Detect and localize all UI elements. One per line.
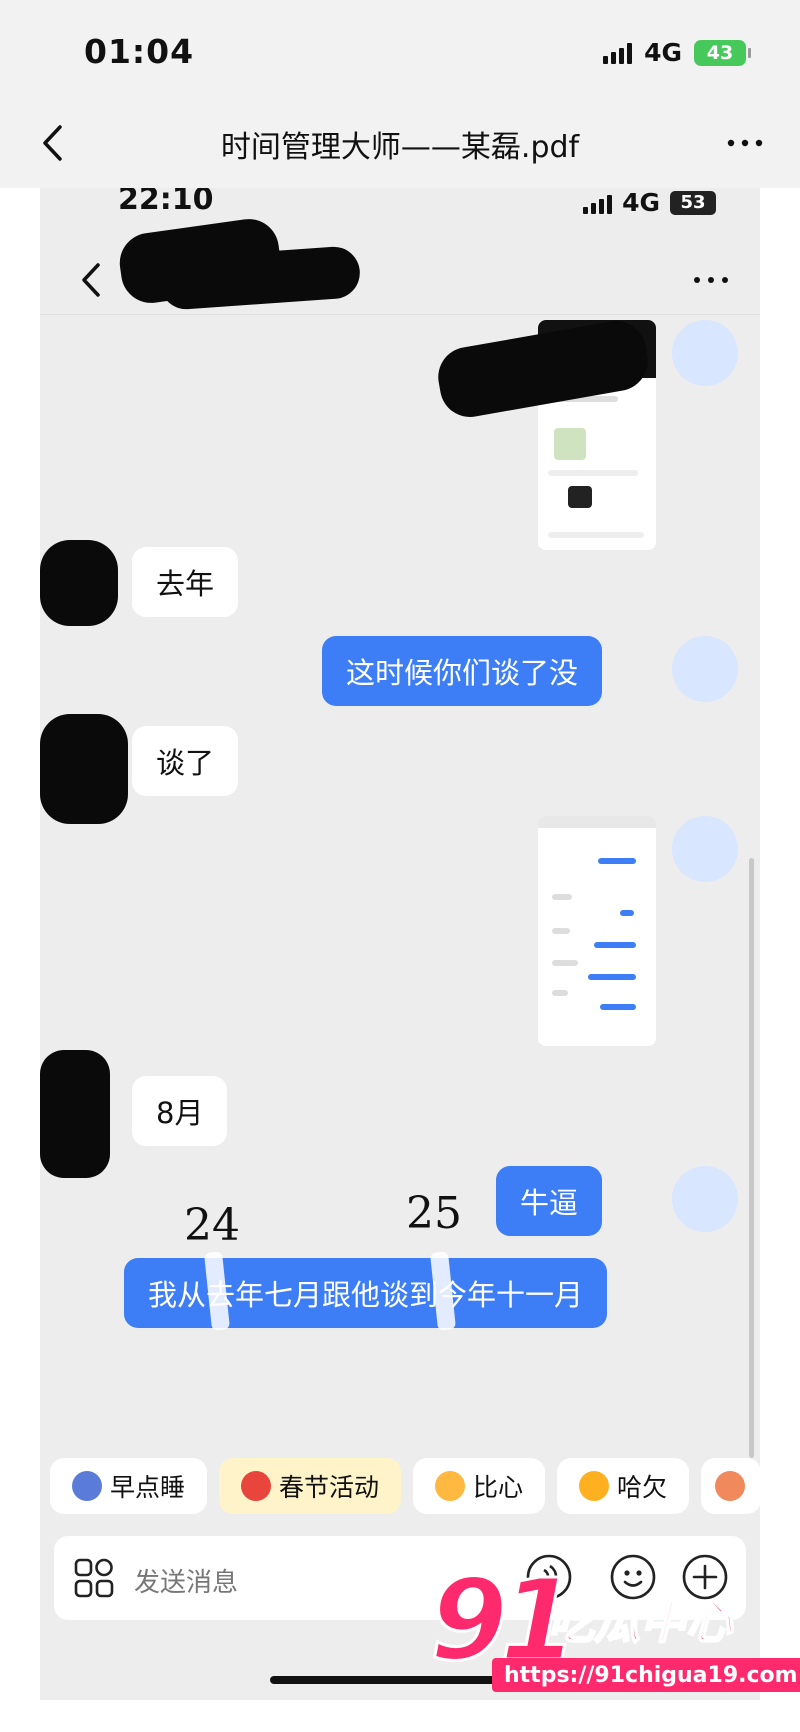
avatar-self[interactable] bbox=[672, 320, 738, 386]
inner-signal-icon bbox=[583, 192, 613, 214]
inner-status-time: 22:10 bbox=[118, 188, 214, 217]
handwritten-annotation-right: 25 bbox=[406, 1188, 462, 1239]
message-bubble[interactable]: 去年 bbox=[132, 547, 239, 617]
network-label: 4G bbox=[644, 38, 682, 67]
chip-label: 春节活动 bbox=[279, 1473, 380, 1502]
message-bubble[interactable]: 牛逼 bbox=[496, 1166, 603, 1236]
umbrella-icon bbox=[715, 1471, 746, 1501]
handwritten-annotation-left: 24 bbox=[184, 1200, 240, 1251]
back-arrow-icon[interactable] bbox=[30, 118, 80, 168]
viewer-header: 时间管理大师——某磊.pdf bbox=[0, 100, 800, 188]
avatar-self[interactable] bbox=[672, 1166, 738, 1232]
redacted-avatar bbox=[40, 714, 128, 824]
chip-more[interactable] bbox=[701, 1458, 760, 1514]
quick-reaction-bar: 早点睡 春节活动 比心 哈欠 bbox=[50, 1458, 760, 1514]
inner-status-indicators: 4G 53 bbox=[583, 188, 716, 217]
status-bar: 01:04 4G 43 bbox=[0, 0, 800, 100]
watermark-name: 吃瓜中心 bbox=[547, 1594, 733, 1650]
battery-icon: 43 bbox=[694, 39, 751, 66]
message-bubble[interactable]: 这时候你们谈了没 bbox=[322, 636, 603, 706]
chip-heart[interactable]: 比心 bbox=[413, 1458, 546, 1514]
chip-label: 早点睡 bbox=[110, 1473, 186, 1502]
chip-label: 比心 bbox=[473, 1473, 524, 1502]
avatar-self[interactable] bbox=[672, 816, 738, 882]
chip-label: 哈欠 bbox=[617, 1473, 668, 1502]
inner-battery-icon: 53 bbox=[670, 190, 716, 215]
message-input[interactable]: 发送消息 bbox=[134, 1562, 238, 1599]
inner-battery-level: 53 bbox=[680, 192, 706, 213]
scrollbar[interactable] bbox=[749, 858, 754, 1458]
chip-sleep[interactable]: 早点睡 bbox=[50, 1458, 208, 1514]
chat-more-icon[interactable] bbox=[686, 258, 736, 302]
watermark-url: https://91chigua19.com bbox=[492, 1658, 800, 1692]
redacted-avatar bbox=[40, 540, 118, 626]
more-icon[interactable] bbox=[720, 118, 770, 168]
inner-network-label: 4G bbox=[622, 188, 660, 217]
heart-hands-icon bbox=[435, 1471, 466, 1501]
status-indicators: 4G 43 bbox=[603, 38, 751, 67]
chat-screenshot: 22:10 4G 53 去年 这时候你们谈了没 谈了 8月 牛逼 我从去年七月跟… bbox=[40, 188, 760, 1700]
apps-grid-icon[interactable] bbox=[72, 1556, 116, 1600]
avatar-self[interactable] bbox=[672, 636, 738, 702]
moon-icon bbox=[72, 1471, 102, 1501]
document-title: 时间管理大师——某磊.pdf bbox=[220, 130, 580, 165]
lion-icon bbox=[241, 1471, 272, 1501]
message-bubble[interactable]: 8月 bbox=[132, 1076, 228, 1146]
yawn-icon bbox=[579, 1471, 610, 1501]
chat-back-icon[interactable] bbox=[70, 258, 114, 302]
shared-screenshot-image[interactable] bbox=[538, 816, 656, 1046]
status-time: 01:04 bbox=[84, 32, 195, 71]
message-bubble[interactable]: 我从去年七月跟他谈到今年十一月 bbox=[124, 1258, 608, 1328]
chip-yawn[interactable]: 哈欠 bbox=[557, 1458, 690, 1514]
watermark-logo: 91 吃瓜中心 https://91chigua19.com bbox=[420, 1555, 800, 1706]
header-divider bbox=[40, 314, 760, 315]
chip-spring-festival[interactable]: 春节活动 bbox=[219, 1458, 402, 1514]
signal-icon bbox=[603, 42, 633, 64]
message-bubble[interactable]: 谈了 bbox=[132, 726, 239, 796]
redacted-avatar bbox=[40, 1050, 110, 1178]
battery-level: 43 bbox=[706, 41, 734, 64]
